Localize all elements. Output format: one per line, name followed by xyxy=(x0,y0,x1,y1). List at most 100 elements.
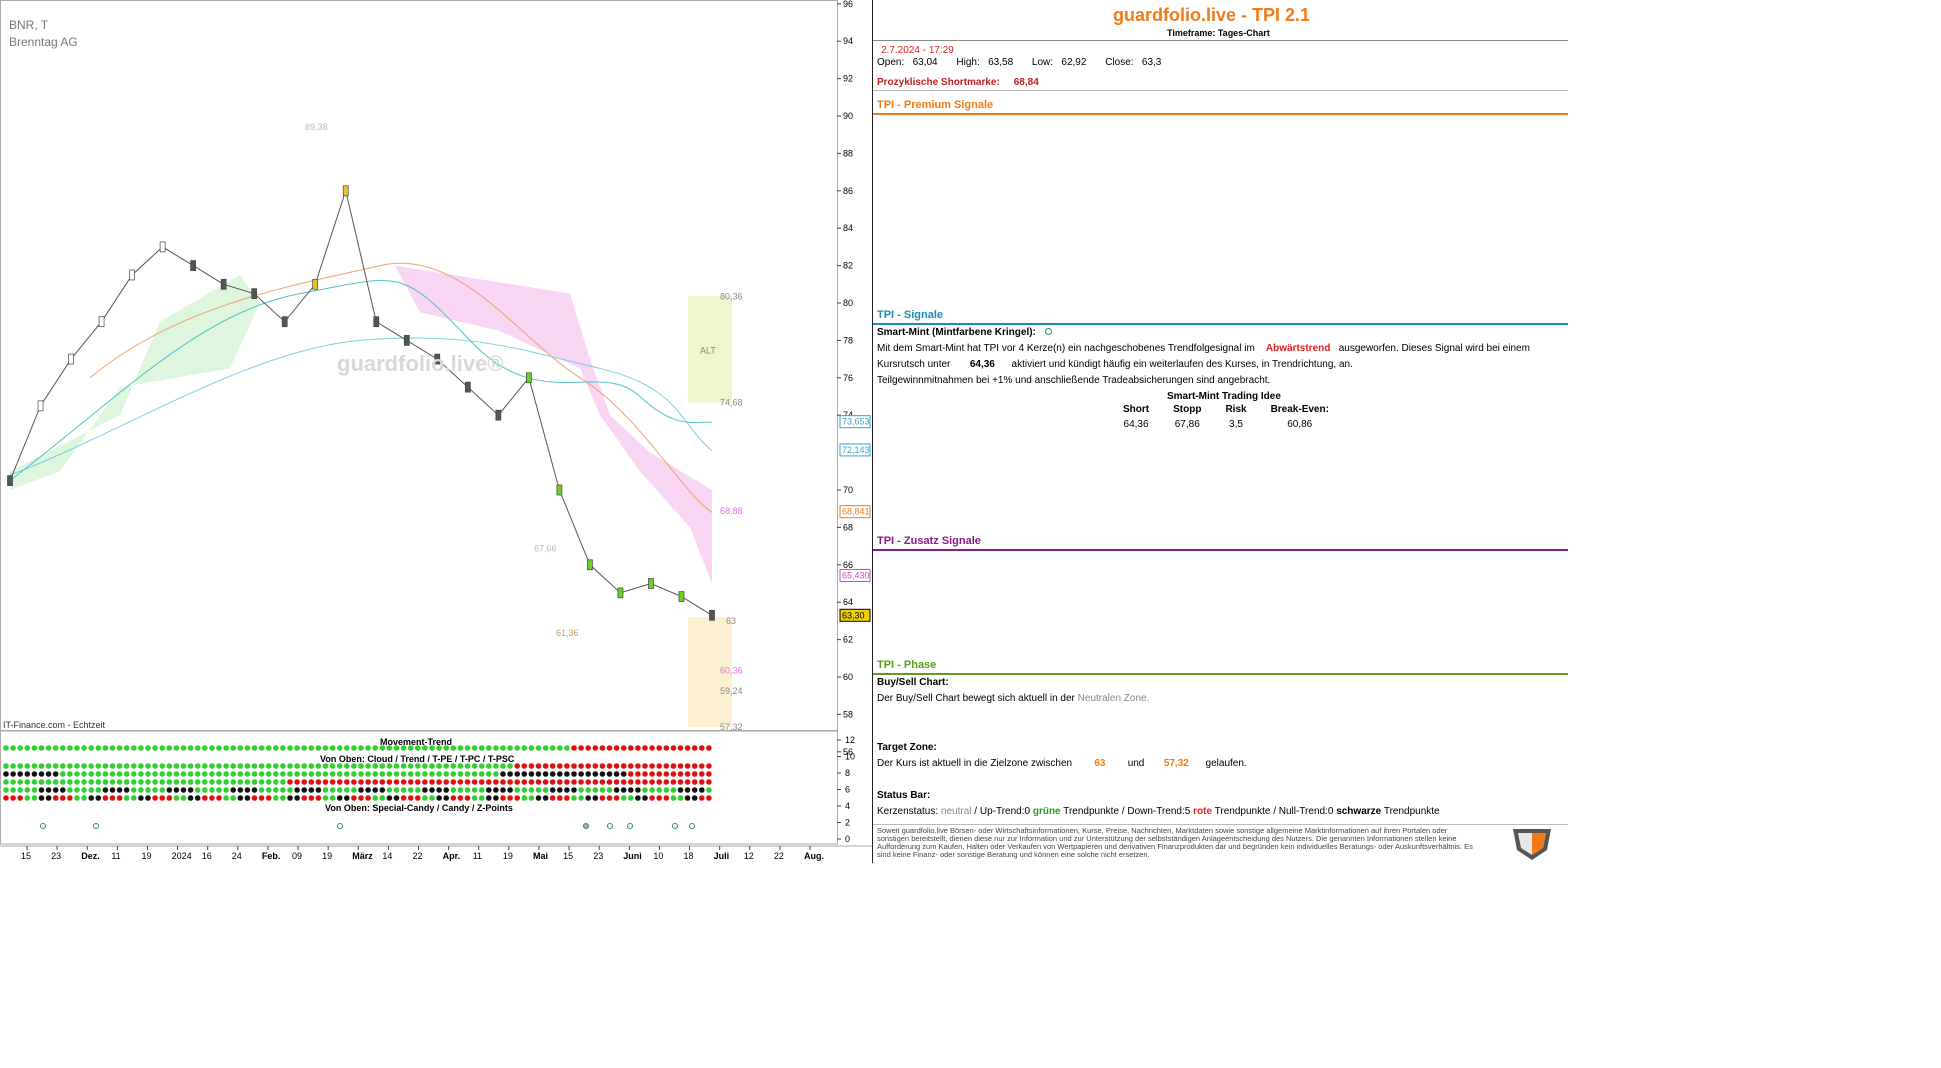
trend-dot xyxy=(514,795,520,801)
trend-dot xyxy=(486,779,492,785)
trend-dot xyxy=(60,795,66,801)
trend-dot xyxy=(613,771,620,777)
trend-dot xyxy=(429,787,435,793)
trend-dot xyxy=(493,779,499,785)
trend-dot xyxy=(500,787,506,793)
target-label: Target Zone: xyxy=(877,742,937,753)
trend-dot xyxy=(31,763,38,769)
trend-dot xyxy=(386,787,393,793)
chart-area[interactable]: 9896949290888684828078767470686664626058… xyxy=(0,0,872,863)
trend-dot xyxy=(578,763,584,769)
price-badge-label: 68,841 xyxy=(842,507,870,517)
trend-dot xyxy=(322,779,329,785)
x-tick-label: 15 xyxy=(563,851,573,861)
trend-dot xyxy=(500,795,506,801)
trend-dot xyxy=(52,745,59,751)
trend-dot xyxy=(244,745,251,751)
trend-dot xyxy=(52,787,59,793)
y-tick-label: 60 xyxy=(843,672,853,682)
trend-dot xyxy=(564,771,570,777)
trend-dot xyxy=(393,763,400,769)
trend-dot xyxy=(684,787,691,793)
cloud-label: Von Oben: Cloud / Trend / T-PE / T-PC / … xyxy=(320,754,515,764)
trend-dot xyxy=(528,763,535,769)
trend-dot xyxy=(258,779,265,785)
data-source: IT-Finance.com - Echtzeit xyxy=(3,720,106,730)
trend-dot xyxy=(642,779,648,785)
trend-dot xyxy=(535,763,542,769)
trend-dot xyxy=(549,779,556,785)
trend-dot xyxy=(3,771,9,777)
trend-dot xyxy=(88,787,94,793)
trend-dot xyxy=(691,779,698,785)
trend-dot xyxy=(273,779,279,785)
trend-dot xyxy=(407,771,414,777)
trend-dot xyxy=(294,779,300,785)
price-candle xyxy=(648,578,654,589)
trend-dot xyxy=(443,771,450,777)
trend-dot xyxy=(88,763,94,769)
trend-dot xyxy=(251,745,258,751)
idea-header: Stopp xyxy=(1173,404,1202,415)
price-chart[interactable]: 9896949290888684828078767470686664626058… xyxy=(0,0,872,863)
trend-dot xyxy=(358,779,364,785)
trend-dot xyxy=(187,787,194,793)
trend-dot xyxy=(131,763,137,769)
trend-dot xyxy=(116,771,123,777)
x-tick-label: 2024 xyxy=(172,851,192,861)
trend-dot xyxy=(180,787,187,793)
trend-dot xyxy=(280,763,286,769)
trend-dot xyxy=(507,771,513,777)
trend-dot xyxy=(329,787,336,793)
trend-dot xyxy=(258,787,265,793)
trend-dot xyxy=(358,787,364,793)
trend-dot xyxy=(642,787,648,793)
trend-dot xyxy=(166,795,173,801)
y-tick-label: 70 xyxy=(843,485,853,495)
sub-tick-label: 8 xyxy=(845,768,850,778)
ma-line-mid xyxy=(9,279,713,482)
trend-dot xyxy=(436,795,442,801)
sub-tick-label: 4 xyxy=(845,801,850,811)
trend-dot xyxy=(514,763,520,769)
trend-dot xyxy=(592,771,599,777)
trend-dot xyxy=(45,787,52,793)
trend-dot xyxy=(379,763,386,769)
trend-dot xyxy=(88,795,94,801)
trend-dot xyxy=(152,745,158,751)
trend-dot xyxy=(60,763,66,769)
extra-signals-title: TPI - Zusatz Signale xyxy=(877,535,981,547)
trend-dot xyxy=(237,771,244,777)
trend-dot xyxy=(542,795,549,801)
sub-tick-label: 0 xyxy=(845,834,850,844)
trend-dot xyxy=(691,787,698,793)
price-badge-label: 73,653 xyxy=(842,417,870,427)
trend-dot xyxy=(663,779,670,785)
trend-dot xyxy=(102,771,109,777)
trend-dot xyxy=(251,771,258,777)
trend-dot xyxy=(131,745,137,751)
trend-dot xyxy=(209,763,215,769)
chart-annotation: 57,32 xyxy=(720,722,743,732)
trend-dot xyxy=(535,795,542,801)
trend-dot xyxy=(38,787,45,793)
trend-dot xyxy=(400,795,407,801)
buysell-text: Der Buy/Sell Chart bewegt sich aktuell i… xyxy=(877,693,1150,704)
price-badge-label: 63,30 xyxy=(842,610,865,620)
trend-dot xyxy=(464,795,471,801)
trend-dot xyxy=(628,771,634,777)
trend-dot xyxy=(493,763,499,769)
trend-dot xyxy=(521,745,528,751)
trend-dot xyxy=(315,745,322,751)
trend-dot xyxy=(450,787,457,793)
trend-dot xyxy=(237,787,244,793)
price-candle xyxy=(312,278,319,290)
trend-dot xyxy=(429,779,435,785)
trend-dot xyxy=(173,795,180,801)
trend-dot xyxy=(422,763,428,769)
trend-dot xyxy=(74,795,80,801)
trend-dot xyxy=(464,745,471,751)
trend-dot xyxy=(138,763,144,769)
trend-dot xyxy=(209,795,215,801)
chart-annotation: 80,36 xyxy=(720,291,743,301)
